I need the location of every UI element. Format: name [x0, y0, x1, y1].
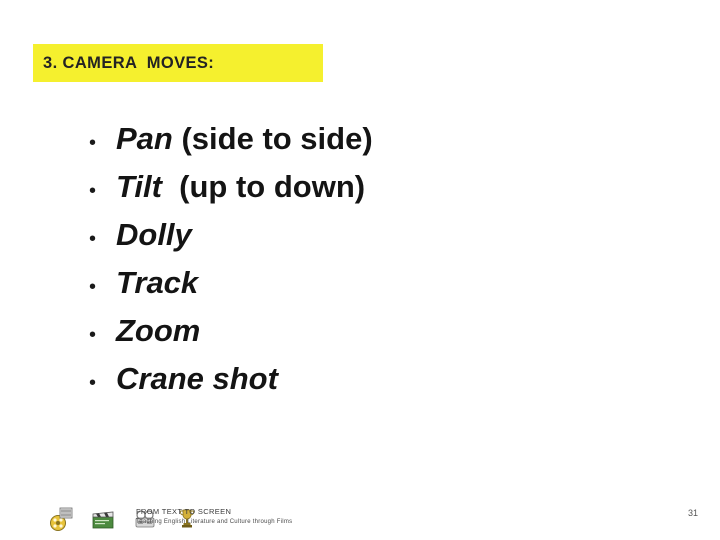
list-item: • Zoom — [84, 313, 644, 363]
list-item-text: Track — [116, 265, 199, 300]
list-item-text: Dolly — [116, 217, 192, 252]
bullet-marker-icon: • — [89, 324, 97, 346]
list-item: • Dolly — [84, 217, 644, 267]
bullet-marker-icon: • — [89, 228, 97, 250]
camera-moves-list: • Pan (side to side) • Tilt (up to down)… — [84, 121, 644, 411]
list-item-text: Zoom — [116, 313, 201, 348]
title-banner: 3. CAMERA MOVES: — [33, 44, 323, 82]
footer-caption: FROM TEXT TO SCREEN Teaching English Lit… — [136, 507, 292, 526]
list-item: • Tilt (up to down) — [84, 169, 644, 219]
page-title: 3. CAMERA MOVES: — [43, 53, 215, 72]
list-item-emphasis: Tilt — [116, 169, 162, 204]
footer-title: FROM TEXT TO SCREEN — [136, 507, 232, 517]
list-item: • Crane shot — [84, 361, 644, 411]
list-item-text: Pan (side to side) — [116, 121, 373, 156]
list-item-emphasis: Pan — [116, 121, 173, 156]
list-item: • Track — [84, 265, 644, 315]
page-number: 31 — [687, 508, 698, 518]
list-item-text: Tilt (up to down) — [116, 169, 366, 204]
list-item-emphasis: Track — [116, 265, 199, 300]
slide-canvas: 3. CAMERA MOVES: • Pan (side to side) • … — [0, 0, 720, 540]
list-item-emphasis: Dolly — [116, 217, 192, 252]
list-item-emphasis: Zoom — [116, 313, 201, 348]
clapperboard-icon — [90, 506, 116, 532]
list-item: • Pan (side to side) — [84, 121, 644, 171]
list-item-text: Crane shot — [116, 361, 278, 396]
list-item-rest: (side to side) — [172, 121, 373, 156]
bullet-marker-icon: • — [89, 180, 97, 202]
bullet-marker-icon: • — [89, 132, 97, 154]
footer-subtitle: Teaching English Literature and Culture … — [136, 518, 293, 525]
list-item-rest: (up to down) — [161, 169, 366, 204]
slide-footer: FROM TEXT TO SCREEN Teaching English Lit… — [0, 480, 720, 540]
bullet-marker-icon: • — [89, 372, 97, 394]
film-reel-icon — [48, 506, 74, 532]
list-item-emphasis: Crane shot — [116, 361, 278, 396]
bullet-marker-icon: • — [89, 276, 97, 298]
